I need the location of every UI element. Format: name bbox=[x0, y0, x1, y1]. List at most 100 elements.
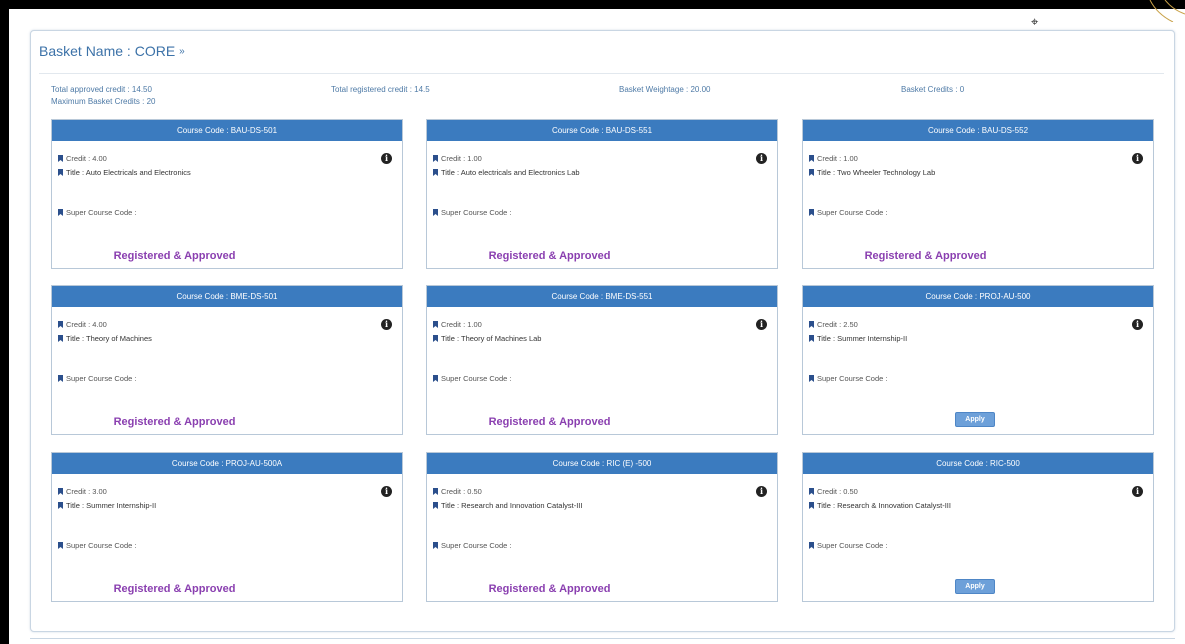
bookmark-icon bbox=[433, 209, 438, 216]
registration-status: Registered & Approved bbox=[488, 416, 611, 428]
course-card: Course Code : PROJ-AU-500 i Credit : 2.5… bbox=[802, 285, 1154, 435]
title-row: Title : Theory of Machines bbox=[58, 334, 152, 343]
basket-weightage: Basket Weightage : 20.00 bbox=[619, 85, 711, 94]
course-code-header: Course Code : RIC-500 bbox=[803, 453, 1153, 474]
info-icon[interactable]: i bbox=[1132, 153, 1143, 164]
super-course-code-label: Super Course Code : bbox=[66, 541, 137, 550]
super-course-code-label: Super Course Code : bbox=[66, 374, 137, 383]
registration-status: Registered & Approved bbox=[488, 583, 611, 595]
credit-value: Credit : 0.50 bbox=[817, 487, 858, 496]
credit-row: Credit : 4.00 bbox=[58, 154, 107, 163]
super-course-code-label: Super Course Code : bbox=[817, 208, 888, 217]
bookmark-icon bbox=[58, 488, 63, 495]
registration-status: Registered & Approved bbox=[113, 416, 236, 428]
bookmark-icon bbox=[58, 321, 63, 328]
super-course-row: Super Course Code : bbox=[433, 541, 511, 550]
credit-value: Credit : 1.00 bbox=[441, 154, 482, 163]
window-frame-top bbox=[0, 0, 1185, 9]
registration-status: Registered & Approved bbox=[113, 250, 236, 262]
course-card: Course Code : RIC (E) -500 i Credit : 0.… bbox=[426, 452, 778, 602]
bookmark-icon bbox=[809, 321, 814, 328]
basket-panel: Basket Name : CORE » Total approved cred… bbox=[30, 30, 1175, 632]
basket-credits: Basket Credits : 0 bbox=[901, 85, 965, 94]
info-icon[interactable]: i bbox=[381, 319, 392, 330]
course-title: Title : Two Wheeler Technology Lab bbox=[817, 168, 936, 177]
info-icon[interactable]: i bbox=[381, 486, 392, 497]
super-course-row: Super Course Code : bbox=[58, 374, 136, 383]
course-title: Title : Theory of Machines Lab bbox=[441, 334, 542, 343]
course-title: Title : Research & Innovation Catalyst-I… bbox=[817, 501, 951, 510]
bookmark-icon bbox=[809, 155, 814, 162]
title-row: Title : Summer Internship-II bbox=[58, 501, 156, 510]
title-row: Title : Two Wheeler Technology Lab bbox=[809, 168, 935, 177]
credit-value: Credit : 3.00 bbox=[66, 487, 107, 496]
course-card: Course Code : BAU-DS-552 i Credit : 1.00… bbox=[802, 119, 1154, 269]
course-card: Course Code : BME-DS-551 i Credit : 1.00… bbox=[426, 285, 778, 435]
info-icon[interactable]: i bbox=[1132, 319, 1143, 330]
bookmark-icon bbox=[809, 375, 814, 382]
course-title: Title : Summer Internship-II bbox=[66, 501, 157, 510]
bookmark-icon bbox=[58, 209, 63, 216]
credit-row: Credit : 1.00 bbox=[433, 154, 482, 163]
super-course-row: Super Course Code : bbox=[433, 208, 511, 217]
cursor-icon: ⌖ bbox=[1031, 14, 1039, 29]
credit-value: Credit : 1.00 bbox=[817, 154, 858, 163]
title-row: Title : Research and Innovation Catalyst… bbox=[433, 501, 582, 510]
super-course-row: Super Course Code : bbox=[809, 541, 887, 550]
bookmark-icon bbox=[433, 375, 438, 382]
bookmark-icon bbox=[58, 542, 63, 549]
header-divider bbox=[39, 73, 1164, 74]
info-icon[interactable]: i bbox=[756, 153, 767, 164]
apply-button[interactable]: Apply bbox=[955, 412, 995, 427]
bookmark-icon bbox=[809, 502, 814, 509]
course-title: Title : Auto electricals and Electronics… bbox=[441, 168, 580, 177]
super-course-row: Super Course Code : bbox=[809, 208, 887, 217]
super-course-code-label: Super Course Code : bbox=[441, 208, 512, 217]
course-code-header: Course Code : PROJ-AU-500A bbox=[52, 453, 402, 474]
credit-row: Credit : 0.50 bbox=[809, 487, 858, 496]
course-title: Title : Theory of Machines bbox=[66, 334, 152, 343]
course-code-header: Course Code : RIC (E) -500 bbox=[427, 453, 777, 474]
total-registered-credit: Total registered credit : 14.5 bbox=[331, 85, 430, 94]
window-frame-left bbox=[0, 0, 9, 644]
credit-row: Credit : 1.00 bbox=[433, 320, 482, 329]
registration-status: Registered & Approved bbox=[864, 250, 987, 262]
bookmark-icon bbox=[433, 155, 438, 162]
title-row: Title : Auto Electricals and Electronics bbox=[58, 168, 191, 177]
bookmark-icon bbox=[58, 502, 63, 509]
bookmark-icon bbox=[58, 375, 63, 382]
course-card: Course Code : BAU-DS-501 i Credit : 4.00… bbox=[51, 119, 403, 269]
course-card: Course Code : RIC-500 i Credit : 0.50 Ti… bbox=[802, 452, 1154, 602]
credit-value: Credit : 0.50 bbox=[441, 487, 482, 496]
bookmark-icon bbox=[58, 335, 63, 342]
bookmark-icon bbox=[809, 335, 814, 342]
title-row: Title : Summer Internship-II bbox=[809, 334, 907, 343]
registration-status: Registered & Approved bbox=[488, 250, 611, 262]
bookmark-icon bbox=[809, 209, 814, 216]
title-row: Title : Theory of Machines Lab bbox=[433, 334, 541, 343]
course-title: Title : Summer Internship-II bbox=[817, 334, 908, 343]
course-code-header: Course Code : BAU-DS-551 bbox=[427, 120, 777, 141]
info-icon[interactable]: i bbox=[1132, 486, 1143, 497]
credit-value: Credit : 4.00 bbox=[66, 320, 107, 329]
bookmark-icon bbox=[433, 488, 438, 495]
basket-title-text: Basket Name : CORE bbox=[39, 43, 176, 59]
bookmark-icon bbox=[433, 542, 438, 549]
maximum-basket-credits: Maximum Basket Credits : 20 bbox=[51, 97, 156, 106]
basket-title-toggle[interactable]: Basket Name : CORE » bbox=[39, 43, 185, 59]
total-approved-credit: Total approved credit : 14.50 bbox=[51, 85, 152, 94]
info-icon[interactable]: i bbox=[381, 153, 392, 164]
bookmark-icon bbox=[433, 502, 438, 509]
chevron-down-icon[interactable]: » bbox=[179, 46, 185, 57]
course-code-header: Course Code : BME-DS-501 bbox=[52, 286, 402, 307]
bottom-border bbox=[30, 638, 1175, 639]
apply-button[interactable]: Apply bbox=[955, 579, 995, 594]
bookmark-icon bbox=[433, 169, 438, 176]
title-row: Title : Auto electricals and Electronics… bbox=[433, 168, 580, 177]
info-icon[interactable]: i bbox=[756, 319, 767, 330]
super-course-code-label: Super Course Code : bbox=[66, 208, 137, 217]
credit-value: Credit : 2.50 bbox=[817, 320, 858, 329]
info-icon[interactable]: i bbox=[756, 486, 767, 497]
credit-row: Credit : 4.00 bbox=[58, 320, 107, 329]
bookmark-icon bbox=[433, 321, 438, 328]
